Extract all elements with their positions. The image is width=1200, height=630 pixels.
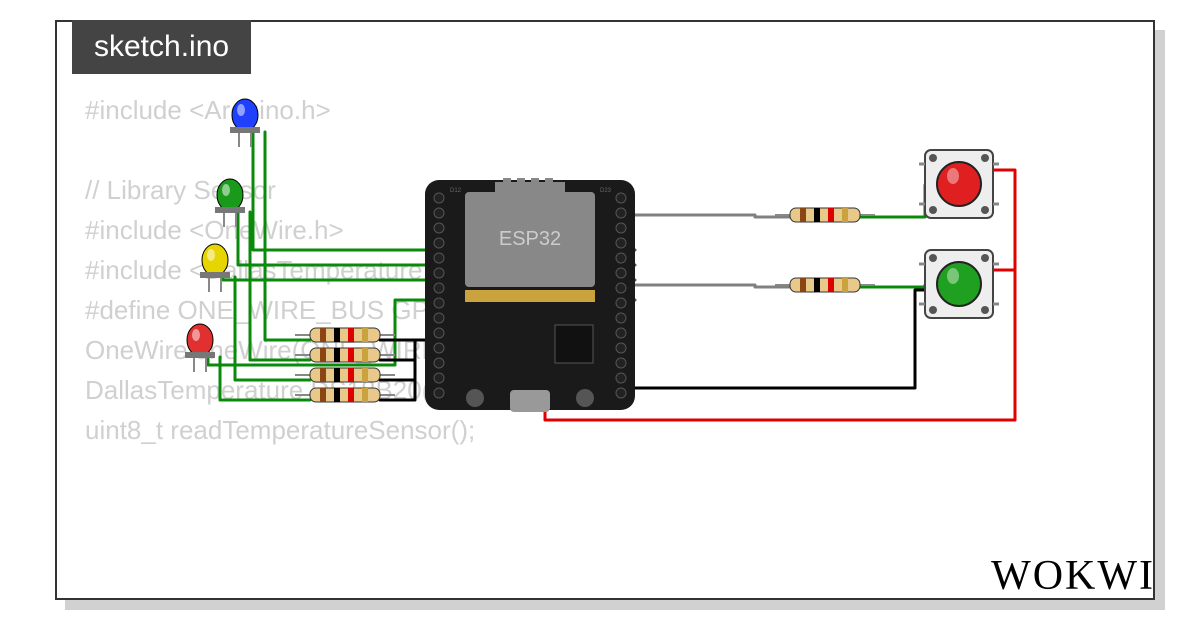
- resistor[interactable]: [775, 208, 875, 222]
- push-button-green[interactable]: [919, 250, 999, 318]
- wire: [265, 132, 310, 340]
- file-name: sketch.ino: [94, 30, 229, 63]
- resistor[interactable]: [775, 278, 875, 292]
- board-label: ESP32: [499, 228, 561, 250]
- led-yellow[interactable]: [200, 244, 230, 292]
- circuit-canvas: ESP32 D12 D23: [55, 20, 1155, 600]
- wire: [860, 185, 925, 217]
- file-tab[interactable]: sketch.ino: [72, 20, 251, 74]
- esp32-board[interactable]: ESP32 D12 D23: [425, 178, 635, 412]
- push-button-red[interactable]: [919, 150, 999, 218]
- wokwi-logo: WOKWI: [991, 552, 1155, 600]
- wire: [635, 215, 790, 217]
- led-blue[interactable]: [230, 99, 260, 147]
- svg-text:D23: D23: [600, 188, 612, 194]
- wire: [250, 212, 310, 360]
- svg-text:D12: D12: [450, 188, 462, 194]
- wire: [635, 285, 790, 287]
- led-green[interactable]: [215, 179, 245, 227]
